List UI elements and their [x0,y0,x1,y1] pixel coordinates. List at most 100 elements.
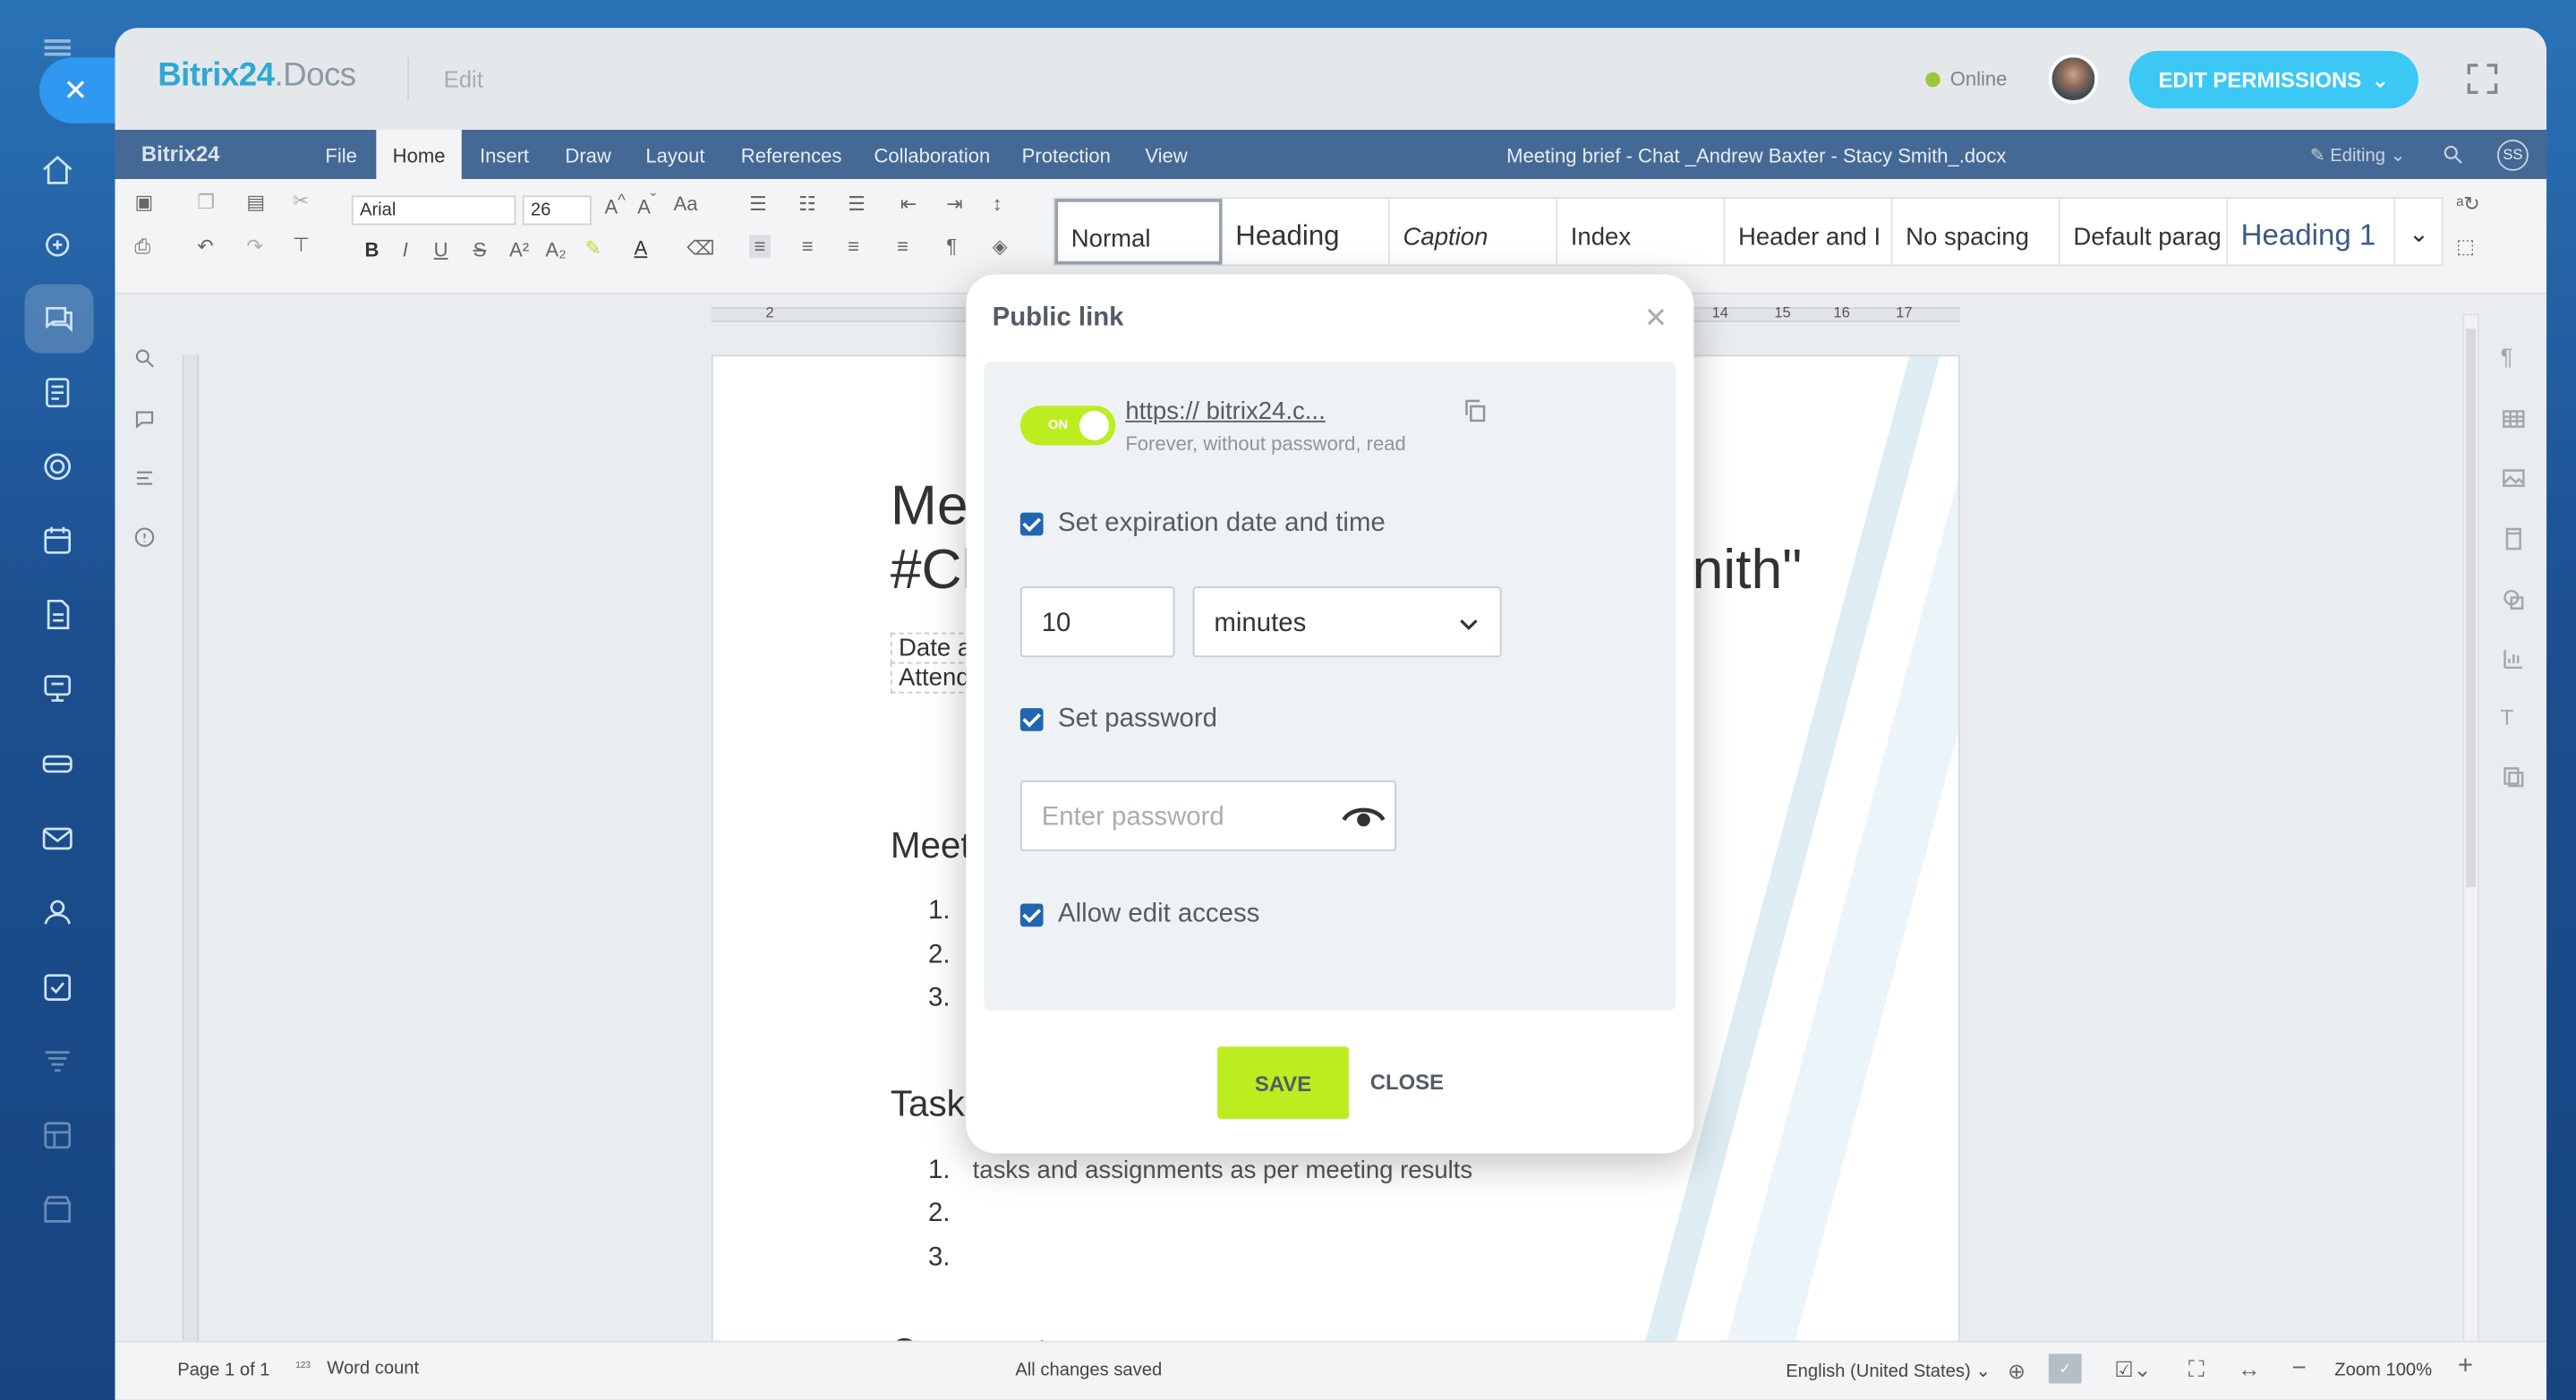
vertical-scrollbar[interactable] [2462,313,2479,1366]
close-button[interactable]: CLOSE [1370,1070,1444,1095]
style-heading-1[interactable]: Heading 1 [2228,199,2396,265]
boards-icon[interactable] [33,664,82,713]
align-center-icon[interactable]: ≡ [802,235,814,258]
style-caption[interactable]: Caption [1390,199,1558,265]
eye-icon[interactable] [1342,802,1386,832]
numbering-icon[interactable]: ☷ [798,192,816,216]
decrease-font-icon[interactable]: Aˇ [637,192,656,218]
menu-draw[interactable]: Draw [565,130,610,179]
subscript-icon[interactable]: A₂ [545,238,566,261]
menu-protection[interactable]: Protection [1022,130,1111,179]
replace-icon[interactable]: ᵃ↻ [2456,192,2480,216]
fit-page-icon[interactable]: ⛶ [2188,1355,2205,1383]
close-slider-button[interactable]: ✕ [39,57,119,124]
find-icon[interactable] [133,346,157,370]
bullets-icon[interactable]: ☰ [749,192,767,216]
expiration-value-input[interactable]: 10 [1019,586,1175,658]
justify-icon[interactable]: ≡ [897,235,908,258]
print-icon[interactable]: ⎙ [135,235,151,260]
tasks-icon[interactable] [33,963,82,1012]
multilevel-icon[interactable]: ☰ [848,192,866,216]
save-button[interactable]: SAVE [1217,1046,1349,1119]
menu-collaboration[interactable]: Collaboration [874,130,990,179]
text-art-icon[interactable]: T [2501,704,2527,730]
menu-layout[interactable]: Layout [645,130,704,179]
search-icon[interactable] [2442,143,2465,166]
styles-expand-icon[interactable]: ⌄ [2395,199,2441,264]
comments-icon[interactable] [133,407,157,431]
image-settings-icon[interactable] [2501,465,2527,491]
calendar-icon[interactable] [33,516,82,565]
menu-references[interactable]: References [741,130,842,179]
mail-icon[interactable] [33,814,82,863]
undo-icon[interactable]: ↶ [197,235,213,258]
menu-home[interactable]: Home [376,130,462,180]
table-settings-icon[interactable] [2501,405,2527,431]
style-header[interactable]: Header and I [1725,199,1893,265]
expiration-checkbox[interactable] [1019,512,1044,536]
zoom-level[interactable]: Zoom 100% [2334,1361,2432,1380]
chat-icon[interactable] [24,284,94,354]
italic-icon[interactable]: I [403,238,408,261]
documents-icon[interactable] [33,368,82,417]
dialog-close-icon[interactable]: ✕ [1644,303,1668,336]
chart-settings-icon[interactable] [2501,645,2527,671]
store-icon[interactable] [33,1184,82,1234]
increase-indent-icon[interactable]: ⇥ [946,192,962,216]
decrease-indent-icon[interactable]: ⇤ [900,192,917,216]
bold-icon[interactable]: B [364,238,379,261]
edit-permissions-button[interactable]: EDIT PERMISSIONS ⌄ [2128,50,2418,109]
crm-icon[interactable] [33,739,82,789]
line-spacing-icon[interactable]: ↕ [993,192,1002,216]
info-icon[interactable] [133,525,157,549]
increase-font-icon[interactable]: A^ [604,192,625,218]
password-checkbox[interactable] [1019,708,1044,731]
contacts-icon[interactable] [33,887,82,936]
word-count[interactable]: Word count [327,1359,419,1379]
track-changes-icon[interactable]: ☑⌄ [2114,1357,2151,1383]
copy-toolbar-icon[interactable]: ❐ [197,191,215,214]
public-link-url[interactable]: https:// bitrix24.c... [1125,397,1325,425]
marketing-icon[interactable] [33,1037,82,1086]
font-color-icon[interactable]: A [635,236,648,260]
format-painter-icon[interactable]: ⊤ [293,234,310,257]
shading-icon[interactable]: ◈ [993,235,1008,258]
editing-mode-selector[interactable]: ✎ Editing ⌄ [2310,145,2406,166]
style-normal[interactable]: Normal [1054,199,1223,265]
public-link-toggle[interactable]: ON [1019,405,1116,446]
menu-insert[interactable]: Insert [480,130,529,179]
navigation-icon[interactable] [133,466,157,490]
paragraph-settings-icon[interactable]: ¶ [2501,344,2527,370]
zoom-in-icon[interactable]: + [2458,1353,2473,1382]
sites-icon[interactable] [33,1111,82,1160]
scrollbar-thumb[interactable] [2466,329,2477,888]
zoom-out-icon[interactable]: − [2292,1353,2307,1381]
mail-merge-icon[interactable] [2501,764,2527,790]
user-initials-avatar[interactable]: SS [2496,140,2529,171]
font-size-select[interactable]: 26 [522,195,592,226]
page-counter[interactable]: Page 1 of 1 [177,1361,269,1380]
shape-settings-icon[interactable] [2501,586,2527,612]
home-icon[interactable] [33,146,82,195]
disk-icon[interactable] [33,590,82,639]
style-default-paragraph[interactable]: Default parag [2060,199,2228,265]
style-index[interactable]: Index [1557,199,1726,265]
spellcheck-icon[interactable]: ✓ [2048,1353,2082,1384]
align-right-icon[interactable]: ≡ [848,235,859,258]
change-case-icon[interactable]: Aa [674,192,698,216]
menu-file[interactable]: File [325,130,357,179]
align-left-icon[interactable]: ≡ [748,235,771,259]
feed-icon[interactable] [33,220,82,269]
globe-icon[interactable]: ⊕ [2008,1359,2026,1385]
highlight-icon[interactable]: ✎ [584,236,601,260]
menu-view[interactable]: View [1145,130,1187,179]
copy-icon[interactable] [1463,397,1488,423]
underline-icon[interactable]: U [434,238,448,261]
password-input[interactable]: Enter password [1019,780,1397,851]
paste-icon[interactable]: ▤ [246,191,265,214]
header-footer-icon[interactable] [2501,525,2527,551]
redo-icon[interactable]: ↷ [246,235,262,258]
save-icon[interactable]: ▣ [135,191,154,214]
strikethrough-icon[interactable]: S [473,238,487,261]
superscript-icon[interactable]: A² [509,238,529,261]
